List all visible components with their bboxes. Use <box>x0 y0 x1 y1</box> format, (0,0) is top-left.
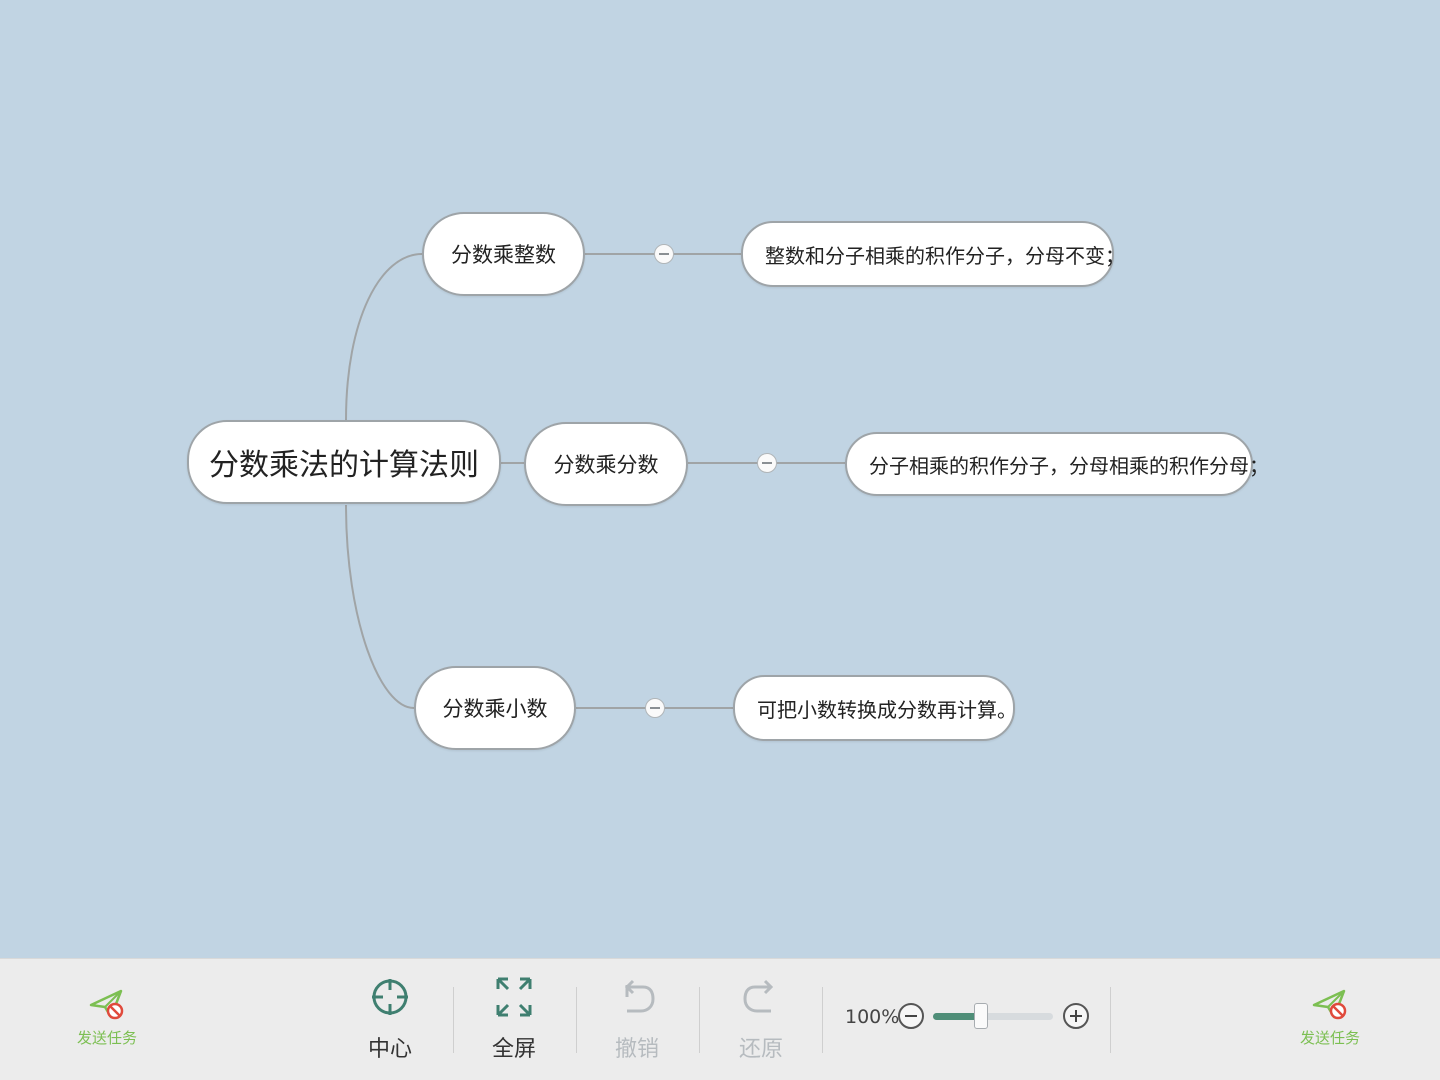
branch-node-2[interactable]: 分数乘分数 <box>524 422 688 506</box>
detail-node-2[interactable]: 分子相乘的积作分子，分母相乘的积作分母； <box>845 432 1269 496</box>
undo-button[interactable]: 撤销 <box>592 973 682 1063</box>
bottom-toolbar: 发送任务 中心 全屏 撤销 还原 发送任务 <box>0 958 1440 1080</box>
collapse-toggle-1[interactable] <box>654 244 674 264</box>
root-node[interactable]: 分数乘法的计算法则 <box>187 420 501 504</box>
zoom-in-button[interactable] <box>1063 1003 1089 1029</box>
toolbar-divider <box>699 987 700 1053</box>
minus-icon <box>762 462 772 464</box>
redo-icon <box>743 979 774 1013</box>
send-task-button-right[interactable]: 发送任务 <box>1290 987 1370 1048</box>
mindmap-canvas[interactable]: 分数乘法的计算法则 分数乘整数 分数乘分数 分数乘小数 整数和分子相乘的积作分子… <box>0 0 1440 958</box>
collapse-toggle-3[interactable] <box>645 698 665 718</box>
minus-icon <box>659 253 669 255</box>
branch-node-3[interactable]: 分数乘小数 <box>414 666 576 750</box>
connector-root-branch-1 <box>345 253 423 421</box>
zoom-slider-thumb[interactable] <box>974 1003 988 1029</box>
crosshair-icon <box>372 979 408 1015</box>
minus-icon <box>905 1015 917 1017</box>
branch-node-1[interactable]: 分数乘整数 <box>422 212 585 296</box>
center-label: 中心 <box>367 1037 412 1062</box>
center-button[interactable]: 中心 <box>345 973 435 1063</box>
fullscreen-label: 全屏 <box>491 1037 536 1062</box>
undo-icon <box>619 979 655 1013</box>
toolbar-divider <box>822 987 823 1053</box>
toolbar-divider <box>1110 987 1111 1053</box>
send-task-button-left[interactable]: 发送任务 <box>67 987 147 1048</box>
fullscreen-icon <box>496 977 532 1017</box>
zoom-slider-track[interactable] <box>933 1013 1053 1020</box>
plus-icon-vertical <box>1075 1010 1077 1022</box>
send-task-icon <box>89 989 124 1020</box>
send-task-label: 发送任务 <box>76 1029 137 1047</box>
redo-label: 还原 <box>738 1037 783 1062</box>
connector-root-branch-3 <box>345 504 415 709</box>
detail-node-3[interactable]: 可把小数转换成分数再计算。 <box>733 675 1017 741</box>
zoom-percentage: 100% <box>845 1006 900 1028</box>
detail-node-1[interactable]: 整数和分子相乘的积作分子，分母不变； <box>741 221 1125 287</box>
toolbar-divider <box>453 987 454 1053</box>
send-task-icon <box>1312 989 1347 1020</box>
collapse-toggle-2[interactable] <box>757 453 777 473</box>
toolbar-divider <box>576 987 577 1053</box>
undo-label: 撤销 <box>614 1037 659 1062</box>
minus-icon <box>650 707 660 709</box>
fullscreen-button[interactable]: 全屏 <box>469 973 559 1063</box>
mindmap-app: 分数乘法的计算法则 分数乘整数 分数乘分数 分数乘小数 整数和分子相乘的积作分子… <box>0 0 1440 1080</box>
redo-button[interactable]: 还原 <box>716 973 806 1063</box>
zoom-out-button[interactable] <box>898 1003 924 1029</box>
send-task-label: 发送任务 <box>1299 1029 1360 1047</box>
